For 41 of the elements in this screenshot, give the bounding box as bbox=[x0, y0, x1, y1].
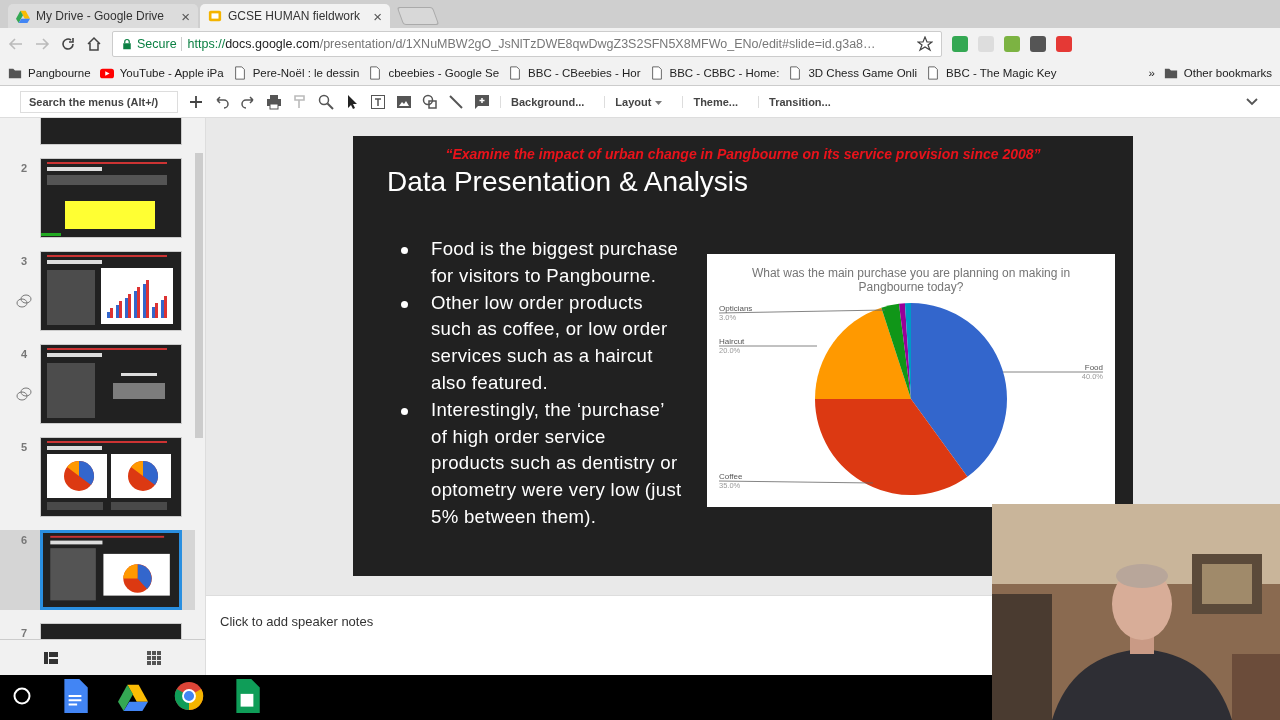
bullet-point: Interestingly, the ‘purchase’ of high order service products such as dentistry or optometry were very low (just 5% between them). bbox=[399, 396, 683, 531]
slide-number: 2 bbox=[20, 162, 28, 174]
slide-question: “Examine the impact of urban change in Pangbourne on its service provision since 2008” bbox=[444, 146, 1042, 162]
speaker-notes-field[interactable]: Click to add speaker notes bbox=[206, 595, 992, 675]
slice-label: Coffee bbox=[719, 472, 743, 481]
close-icon[interactable]: × bbox=[181, 7, 190, 25]
bookmark-link[interactable]: 3D Chess Game Onli bbox=[788, 65, 918, 80]
url-text: https://docs.google.com/presentation/d/1XNuMBW2gO_JsNlTzDWE8qwDwgZ3S2SFN5X8MFWo_ENo/edit#slide=id.g3a8… bbox=[180, 37, 876, 51]
toolbar-menu-button[interactable]: Transition... bbox=[758, 95, 841, 108]
tab-title: GCSE HUMAN fieldwork bbox=[228, 9, 362, 23]
address-bar[interactable]: Secure https://docs.google.com/presentation/d/1XNuMBW2gO_JsNlTzDWE8qwDwgZ3S2SFN5X8MFWo_ENo/edit#slide=id.g3a8… bbox=[112, 31, 942, 57]
chart-title: What was the main purchase you are planning on making in Pangbourne today? bbox=[750, 266, 1072, 294]
bookmark-link[interactable]: YouTube - Apple iPa bbox=[99, 65, 224, 80]
bookmark-link[interactable]: cbeebies - Google Se bbox=[368, 65, 500, 80]
close-icon[interactable]: × bbox=[373, 7, 382, 25]
slide-number: 7 bbox=[20, 627, 28, 639]
bookmark-link[interactable]: Pere-Noël : le dessin bbox=[232, 65, 360, 80]
secure-label: Secure bbox=[137, 37, 177, 51]
slide-number: 3 bbox=[20, 255, 28, 267]
bookmark-link[interactable]: BBC - CBeebies - Hor bbox=[508, 65, 641, 80]
slide-number: 5 bbox=[20, 441, 28, 453]
slide-title: Data Presentation & Analysis bbox=[387, 166, 750, 198]
bullet-point: Food is the biggest purchase for visitors to Pangbourne. bbox=[399, 236, 683, 290]
toolbar-menu-button[interactable]: Layout bbox=[604, 95, 673, 108]
toolbar-menu-button[interactable]: Theme... bbox=[682, 95, 749, 108]
more-bookmarks-button[interactable]: » bbox=[1148, 66, 1155, 79]
bookmark-link[interactable]: Other bookmarks bbox=[1163, 65, 1272, 80]
slice-label: Opticians bbox=[719, 304, 753, 313]
menu-search-field[interactable]: Search the menus (Alt+/) bbox=[20, 90, 178, 113]
slice-label: Food bbox=[1084, 363, 1103, 372]
bookmark-link[interactable]: Pangbourne bbox=[8, 65, 91, 80]
slide-number: 6 bbox=[20, 534, 28, 546]
bookmark-link[interactable]: BBC - The Magic Key bbox=[926, 65, 1057, 80]
browser-tab[interactable]: GCSE HUMAN fieldwork × bbox=[200, 4, 390, 28]
tab-title: My Drive - Google Drive bbox=[36, 9, 166, 23]
toolbar-menu-button[interactable]: Background... bbox=[500, 95, 595, 108]
slide-number: 4 bbox=[20, 348, 28, 360]
bookmark-link[interactable]: BBC - CBBC - Home: bbox=[649, 65, 780, 80]
browser-tab[interactable]: My Drive - Google Drive × bbox=[8, 4, 198, 28]
slice-label: Haircut bbox=[719, 337, 745, 346]
bullet-point: Other low order products such as coffee, or low order services such as a haircut also featured. bbox=[399, 289, 683, 397]
